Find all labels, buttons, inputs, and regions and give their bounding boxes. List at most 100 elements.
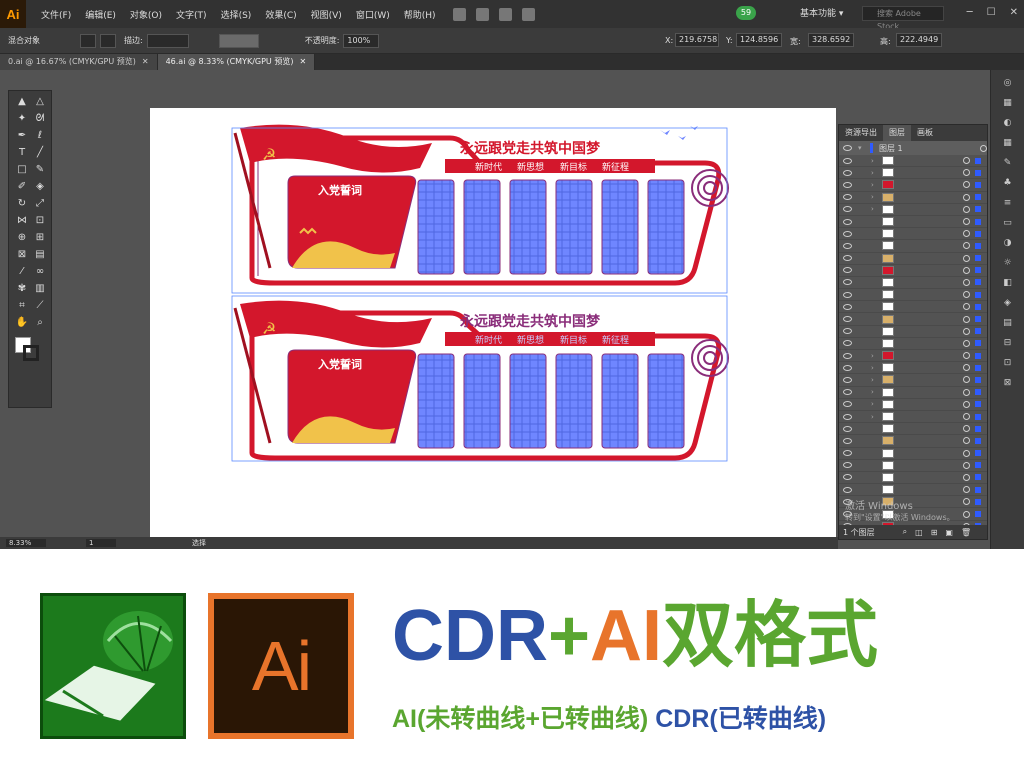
target-circle-icon[interactable] <box>963 218 970 226</box>
artboards-icon[interactable]: ▤ <box>1001 318 1015 330</box>
eyedropper-tool-icon[interactable]: ⁄ <box>15 265 29 278</box>
gradient-tool-icon[interactable]: ▤ <box>33 248 47 261</box>
pen-tool-icon[interactable]: ✒ <box>15 129 29 142</box>
menu-item[interactable]: 对象(O) <box>123 8 169 21</box>
menu-item[interactable]: 效果(C) <box>258 8 303 21</box>
graphic-styles-icon[interactable]: ◧ <box>1001 278 1015 290</box>
target-circle-icon[interactable] <box>963 315 970 323</box>
properties-icon[interactable]: ◎ <box>1001 78 1015 90</box>
expand-triangle-icon[interactable]: › <box>871 169 877 177</box>
target-circle-icon[interactable] <box>963 413 970 421</box>
target-circle-icon[interactable] <box>963 400 970 408</box>
eraser-tool-icon[interactable]: ◈ <box>33 180 47 193</box>
layer-name[interactable]: 图层 1 <box>879 143 903 154</box>
target-circle-icon[interactable] <box>963 339 970 347</box>
target-circle-icon[interactable] <box>963 291 970 299</box>
sublayer-row[interactable] <box>839 435 987 448</box>
free-transform-tool-icon[interactable]: ⊡ <box>33 214 47 227</box>
target-circle-icon[interactable] <box>963 352 970 360</box>
target-circle-icon[interactable] <box>963 486 970 494</box>
target-circle-icon[interactable] <box>963 327 970 335</box>
tab-close-icon[interactable]: ✕ <box>299 57 306 66</box>
blend-tool-icon[interactable]: ∞ <box>33 265 47 278</box>
expand-triangle-icon[interactable]: › <box>871 413 877 421</box>
visibility-eye-icon[interactable] <box>843 352 852 359</box>
sublayer-row[interactable] <box>839 423 987 436</box>
artboard-tool-icon[interactable]: ⌗ <box>15 299 29 312</box>
stroke-swatch[interactable] <box>100 33 116 48</box>
sublayer-row[interactable]: › <box>839 179 987 192</box>
visibility-eye-icon[interactable] <box>843 169 852 176</box>
visibility-eye-icon[interactable] <box>843 279 852 286</box>
artboard-number-field[interactable]: 1 <box>86 539 116 547</box>
visibility-eye-icon[interactable] <box>843 376 852 383</box>
sublayer-row[interactable]: › <box>839 167 987 180</box>
target-circle-icon[interactable] <box>963 193 970 201</box>
curvature-tool-icon[interactable]: ℓ <box>33 129 47 142</box>
target-circle-icon[interactable] <box>980 144 987 152</box>
expand-triangle-icon[interactable]: › <box>871 364 877 372</box>
sublayer-row[interactable] <box>839 326 987 338</box>
sublayer-row[interactable] <box>839 216 987 229</box>
sublayer-row[interactable]: › <box>839 204 987 216</box>
menu-item[interactable]: 选择(S) <box>214 8 259 21</box>
sublayer-row[interactable]: › <box>839 192 987 204</box>
swatches-icon[interactable]: ▦ <box>1001 138 1015 150</box>
visibility-eye-icon[interactable] <box>843 413 852 420</box>
symbols-icon[interactable]: ♣ <box>1001 178 1015 190</box>
menu-item[interactable]: 文字(T) <box>169 8 214 21</box>
expand-triangle-icon[interactable]: › <box>871 388 877 396</box>
document-tab-active[interactable]: 46.ai @ 8.33% (CMYK/GPU 预览) ✕ <box>157 54 316 70</box>
make-clip-mask-icon[interactable]: ◫ <box>915 528 923 537</box>
expand-triangle-icon[interactable]: › <box>871 352 877 360</box>
expand-triangle-icon[interactable]: › <box>871 400 877 408</box>
layer-row-main[interactable]: ▾ 图层 1 <box>839 141 987 155</box>
expand-triangle-icon[interactable]: › <box>871 193 877 201</box>
sublayer-row[interactable]: › <box>839 350 987 363</box>
tab-layers[interactable]: 图层 <box>883 125 911 141</box>
visibility-eye-icon[interactable] <box>843 230 852 237</box>
sublayer-row[interactable] <box>839 313 987 326</box>
perspective-grid-tool-icon[interactable]: ⊞ <box>33 231 47 244</box>
visibility-eye-icon[interactable] <box>843 303 852 310</box>
align-icon[interactable]: ⊟ <box>1001 338 1015 350</box>
width-tool-icon[interactable]: ⋈ <box>15 214 29 227</box>
brushes-icon[interactable]: ✎ <box>1001 158 1015 170</box>
zoom-level-field[interactable]: 8.33% <box>6 539 46 547</box>
target-circle-icon[interactable] <box>963 510 970 518</box>
sublayer-row[interactable]: › <box>839 411 987 424</box>
sublayer-row[interactable] <box>839 228 987 241</box>
menu-item[interactable]: 帮助(H) <box>397 8 443 21</box>
visibility-eye-icon[interactable] <box>843 425 852 432</box>
type-tool-icon[interactable]: T <box>15 146 29 159</box>
tab-asset-export[interactable]: 资源导出 <box>839 125 883 141</box>
layers-icon[interactable]: ◈ <box>1001 298 1015 310</box>
visibility-eye-icon[interactable] <box>843 389 852 396</box>
visibility-eye-icon[interactable] <box>843 194 852 201</box>
color-icon[interactable]: ◐ <box>1001 118 1015 130</box>
locate-object-icon[interactable]: ⌕ <box>903 527 907 537</box>
sublayer-row[interactable]: › <box>839 362 987 375</box>
tab-artboards[interactable]: 画板 <box>911 125 939 141</box>
fill-swatch[interactable] <box>80 33 96 48</box>
shaper-tool-icon[interactable]: ✐ <box>15 180 29 193</box>
appearance-icon[interactable]: ☼ <box>1001 258 1015 270</box>
visibility-eye-icon[interactable] <box>843 206 852 213</box>
stock-icon[interactable] <box>475 7 489 21</box>
sublayer-row[interactable] <box>839 484 987 497</box>
stroke-weight-field[interactable] <box>146 33 189 48</box>
paintbrush-tool-icon[interactable]: ✎ <box>33 163 47 176</box>
visibility-eye-icon[interactable] <box>843 291 852 298</box>
visibility-eye-icon[interactable] <box>843 157 852 164</box>
expand-triangle-icon[interactable]: › <box>871 157 877 165</box>
menu-item[interactable]: 窗口(W) <box>349 8 397 21</box>
scale-tool-icon[interactable]: ⤢ <box>33 197 47 210</box>
visibility-eye-icon[interactable] <box>843 437 852 444</box>
sublayer-row[interactable]: › <box>839 399 987 411</box>
x-field[interactable]: 219.6758 <box>675 33 719 47</box>
target-circle-icon[interactable] <box>963 364 970 372</box>
magic-wand-tool-icon[interactable]: ✦ <box>15 112 29 125</box>
wall-panel-top[interactable]: ☭ 永远跟党走共筑中国梦 新时代 新思想 新目标 新征程 入党誓词 <box>231 124 729 294</box>
transparency-icon[interactable]: ◑ <box>1001 238 1015 250</box>
target-circle-icon[interactable] <box>963 242 970 250</box>
